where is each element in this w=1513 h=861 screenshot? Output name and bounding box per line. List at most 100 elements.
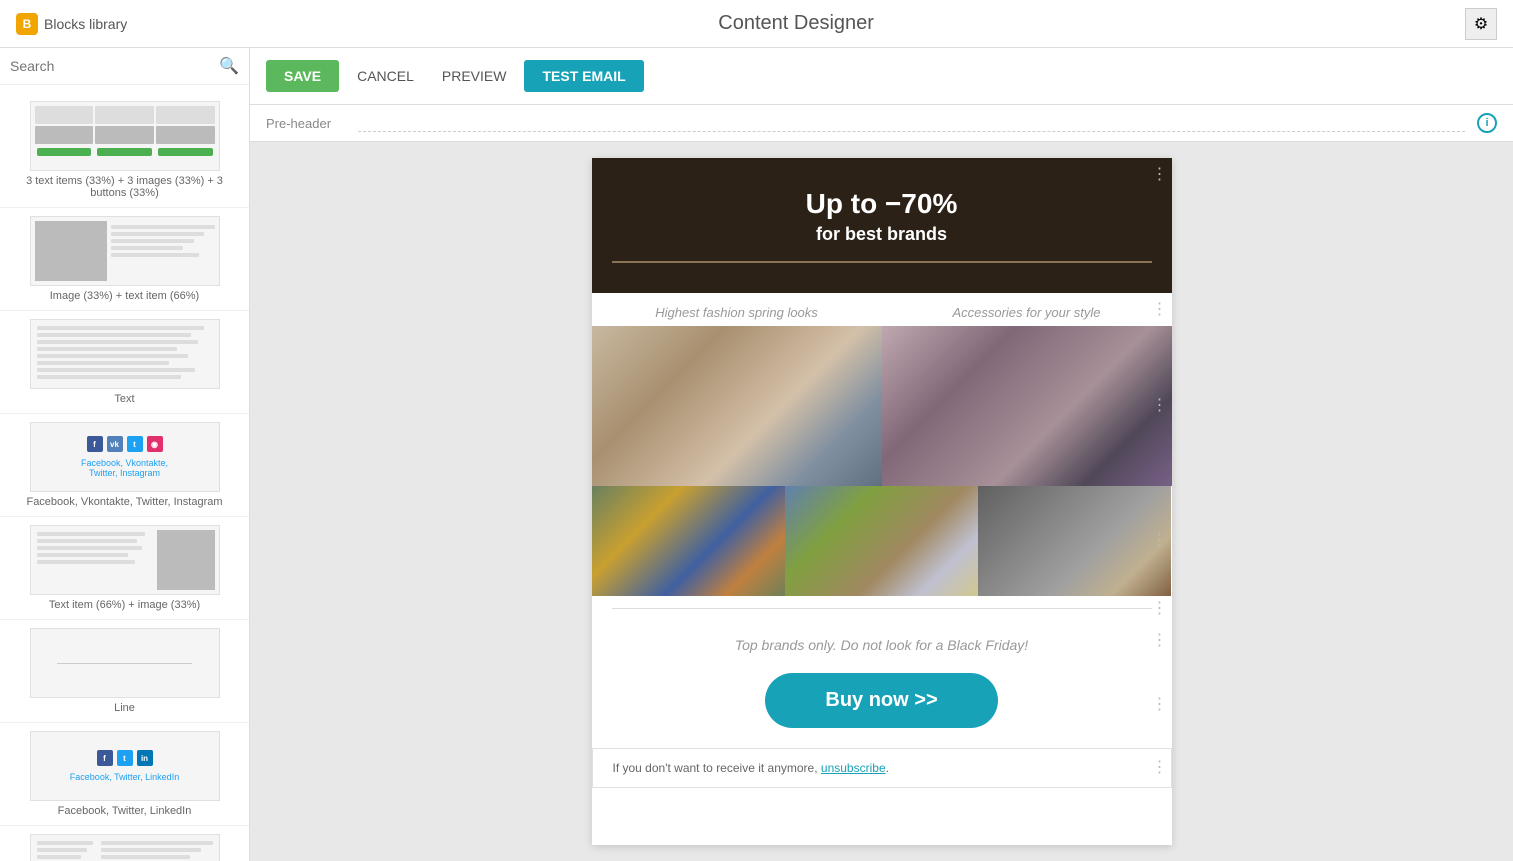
email-cta: Buy now >> [592, 661, 1172, 748]
sidebar-item-1-preview [30, 101, 220, 171]
preheader-input[interactable] [358, 114, 1465, 132]
sidebar-item-2-label: Image (33%) + text item (66%) [50, 290, 199, 302]
email-two-col-headings-section: Highest fashion spring looks Accessories… [592, 293, 1172, 326]
email-promo-text-section: Top brands only. Do not look for a Black… [592, 621, 1172, 661]
watch-image [978, 486, 1171, 596]
footer-unsubscribe-link[interactable]: unsubscribe [821, 761, 886, 775]
social-label-fbtbli: Facebook, Twitter, LinkedIn [70, 772, 179, 782]
search-input[interactable] [10, 58, 213, 74]
sidebar-item-2-preview [30, 216, 220, 286]
divider-line [612, 608, 1152, 609]
footer-text: If you don't want to receive it anymore, [613, 761, 821, 775]
email-header-border [612, 261, 1152, 263]
sidebar-item-4-label: Facebook, Vkontakte, Twitter, Instagram [26, 496, 222, 508]
li-icon: in [137, 750, 153, 766]
preheader-label: Pre-header [266, 116, 346, 131]
promo-text-edit-dots[interactable]: ⋮ [1152, 633, 1168, 649]
vk-icon: vk [107, 436, 123, 452]
app-title: Content Designer [139, 12, 1453, 35]
sidebar-item-text33-text66[interactable]: Text item (33%) + text item (66%) [0, 826, 249, 861]
sidebar-item-5-label: Text item (66%) + image (33%) [49, 599, 200, 611]
cta-edit-dots[interactable]: ⋮ [1152, 697, 1168, 713]
sidebar-item-social-fbvktwig[interactable]: f vk t ◉ Facebook, Vkontakte,Twitter, In… [0, 414, 249, 517]
email-img-watch [978, 486, 1171, 596]
ig-icon: ◉ [147, 436, 163, 452]
sidebar-item-line[interactable]: Line [0, 620, 249, 723]
sidebar-item-text[interactable]: Text [0, 311, 249, 414]
cta-button[interactable]: Buy now >> [765, 673, 997, 728]
email-canvas: Up to −70% for best brands ⋮ Highest fas… [592, 158, 1172, 845]
toolbar: SAVE CANCEL PREVIEW TEST EMAIL [250, 48, 1513, 105]
footer-edit-dots[interactable]: ⋮ [1152, 760, 1168, 776]
sidebar-item-3-preview [30, 319, 220, 389]
email-img-outdoor [785, 486, 978, 596]
fashion-image [592, 326, 882, 486]
sidebar-item-3col[interactable]: 3 text items (33%) + 3 images (33%) + 3 … [0, 93, 249, 208]
main-layout: 🔍 [0, 48, 1513, 861]
sidebar: 🔍 [0, 48, 250, 861]
email-img-fashion [592, 326, 882, 486]
clothes-image [592, 486, 785, 596]
outdoor-image [785, 486, 978, 596]
sidebar-item-social-fbtbli[interactable]: f t in Facebook, Twitter, LinkedIn Faceb… [0, 723, 249, 826]
two-col-images-edit-dots[interactable]: ⋮ [1152, 398, 1168, 414]
save-button[interactable]: SAVE [266, 60, 339, 92]
email-divider-section: ⋮ [592, 596, 1172, 621]
col2-heading: Accessories for your style [882, 293, 1172, 326]
email-footer-section: If you don't want to receive it anymore,… [592, 748, 1172, 788]
sidebar-item-6-preview [30, 628, 220, 698]
three-col-images-edit-dots[interactable]: ⋮ [1152, 533, 1168, 549]
two-col-edit-dots[interactable]: ⋮ [1152, 302, 1168, 318]
fb2-icon: f [97, 750, 113, 766]
email-images-two-col [592, 326, 1172, 486]
email-images-three-col [592, 486, 1172, 596]
sidebar-item-5-preview [30, 525, 220, 595]
sidebar-item-text66-img33[interactable]: Text item (66%) + image (33%) [0, 517, 249, 620]
sidebar-item-4-preview: f vk t ◉ Facebook, Vkontakte,Twitter, In… [30, 422, 220, 492]
cancel-button[interactable]: CANCEL [347, 60, 424, 92]
header-edit-dots[interactable]: ⋮ [1152, 164, 1168, 184]
sidebar-item-7-label: Facebook, Twitter, LinkedIn [58, 805, 192, 817]
footer-end: . [886, 761, 889, 775]
col1-heading: Highest fashion spring looks [592, 293, 882, 326]
search-bar: 🔍 [0, 48, 249, 85]
preheader-info-icon[interactable]: i [1477, 113, 1497, 133]
social-label-fbvk: Facebook, Vkontakte,Twitter, Instagram [81, 458, 168, 478]
sidebar-item-img-text[interactable]: Image (33%) + text item (66%) [0, 208, 249, 311]
logo-area[interactable]: B Blocks library [16, 13, 127, 35]
divider-edit-dots[interactable]: ⋮ [1152, 601, 1168, 617]
email-three-col-images-section: ⋮ [592, 486, 1172, 596]
preview-button[interactable]: PREVIEW [432, 60, 517, 92]
email-header-subtitle: for best brands [612, 224, 1152, 245]
tw2-icon: t [117, 750, 133, 766]
content-area: SAVE CANCEL PREVIEW TEST EMAIL Pre-heade… [250, 48, 1513, 861]
search-icon: 🔍 [219, 56, 239, 76]
logo-icon: B [16, 13, 38, 35]
settings-icon: ⚙ [1474, 14, 1488, 34]
email-divider [592, 596, 1172, 621]
fb-icon: f [87, 436, 103, 452]
email-promo-text: Top brands only. Do not look for a Black… [592, 621, 1172, 661]
logo-label: Blocks library [44, 16, 127, 32]
sidebar-item-7-preview: f t in Facebook, Twitter, LinkedIn [30, 731, 220, 801]
email-img-suit [882, 326, 1172, 486]
tw-icon: t [127, 436, 143, 452]
test-email-button[interactable]: TEST EMAIL [524, 60, 643, 92]
email-header: Up to −70% for best brands [592, 158, 1172, 293]
email-canvas-scroll[interactable]: Up to −70% for best brands ⋮ Highest fas… [250, 142, 1513, 861]
sidebar-item-6-label: Line [114, 702, 135, 714]
top-bar: B Blocks library Content Designer ⚙ [0, 0, 1513, 48]
email-two-col-images-section: ⋮ [592, 326, 1172, 486]
settings-button[interactable]: ⚙ [1465, 8, 1497, 40]
sidebar-item-8-preview [30, 834, 220, 861]
email-header-title: Up to −70% [612, 188, 1152, 220]
email-header-section: Up to −70% for best brands ⋮ [592, 158, 1172, 293]
email-img-clothes [592, 486, 785, 596]
email-cta-section: Buy now >> ⋮ [592, 661, 1172, 748]
email-two-col-headings: Highest fashion spring looks Accessories… [592, 293, 1172, 326]
suit-image [882, 326, 1172, 486]
sidebar-item-1-label: 3 text items (33%) + 3 images (33%) + 3 … [12, 175, 237, 199]
email-footer: If you don't want to receive it anymore,… [592, 748, 1172, 788]
sidebar-item-3-label: Text [114, 393, 134, 405]
preheader-row: Pre-header i [250, 105, 1513, 142]
